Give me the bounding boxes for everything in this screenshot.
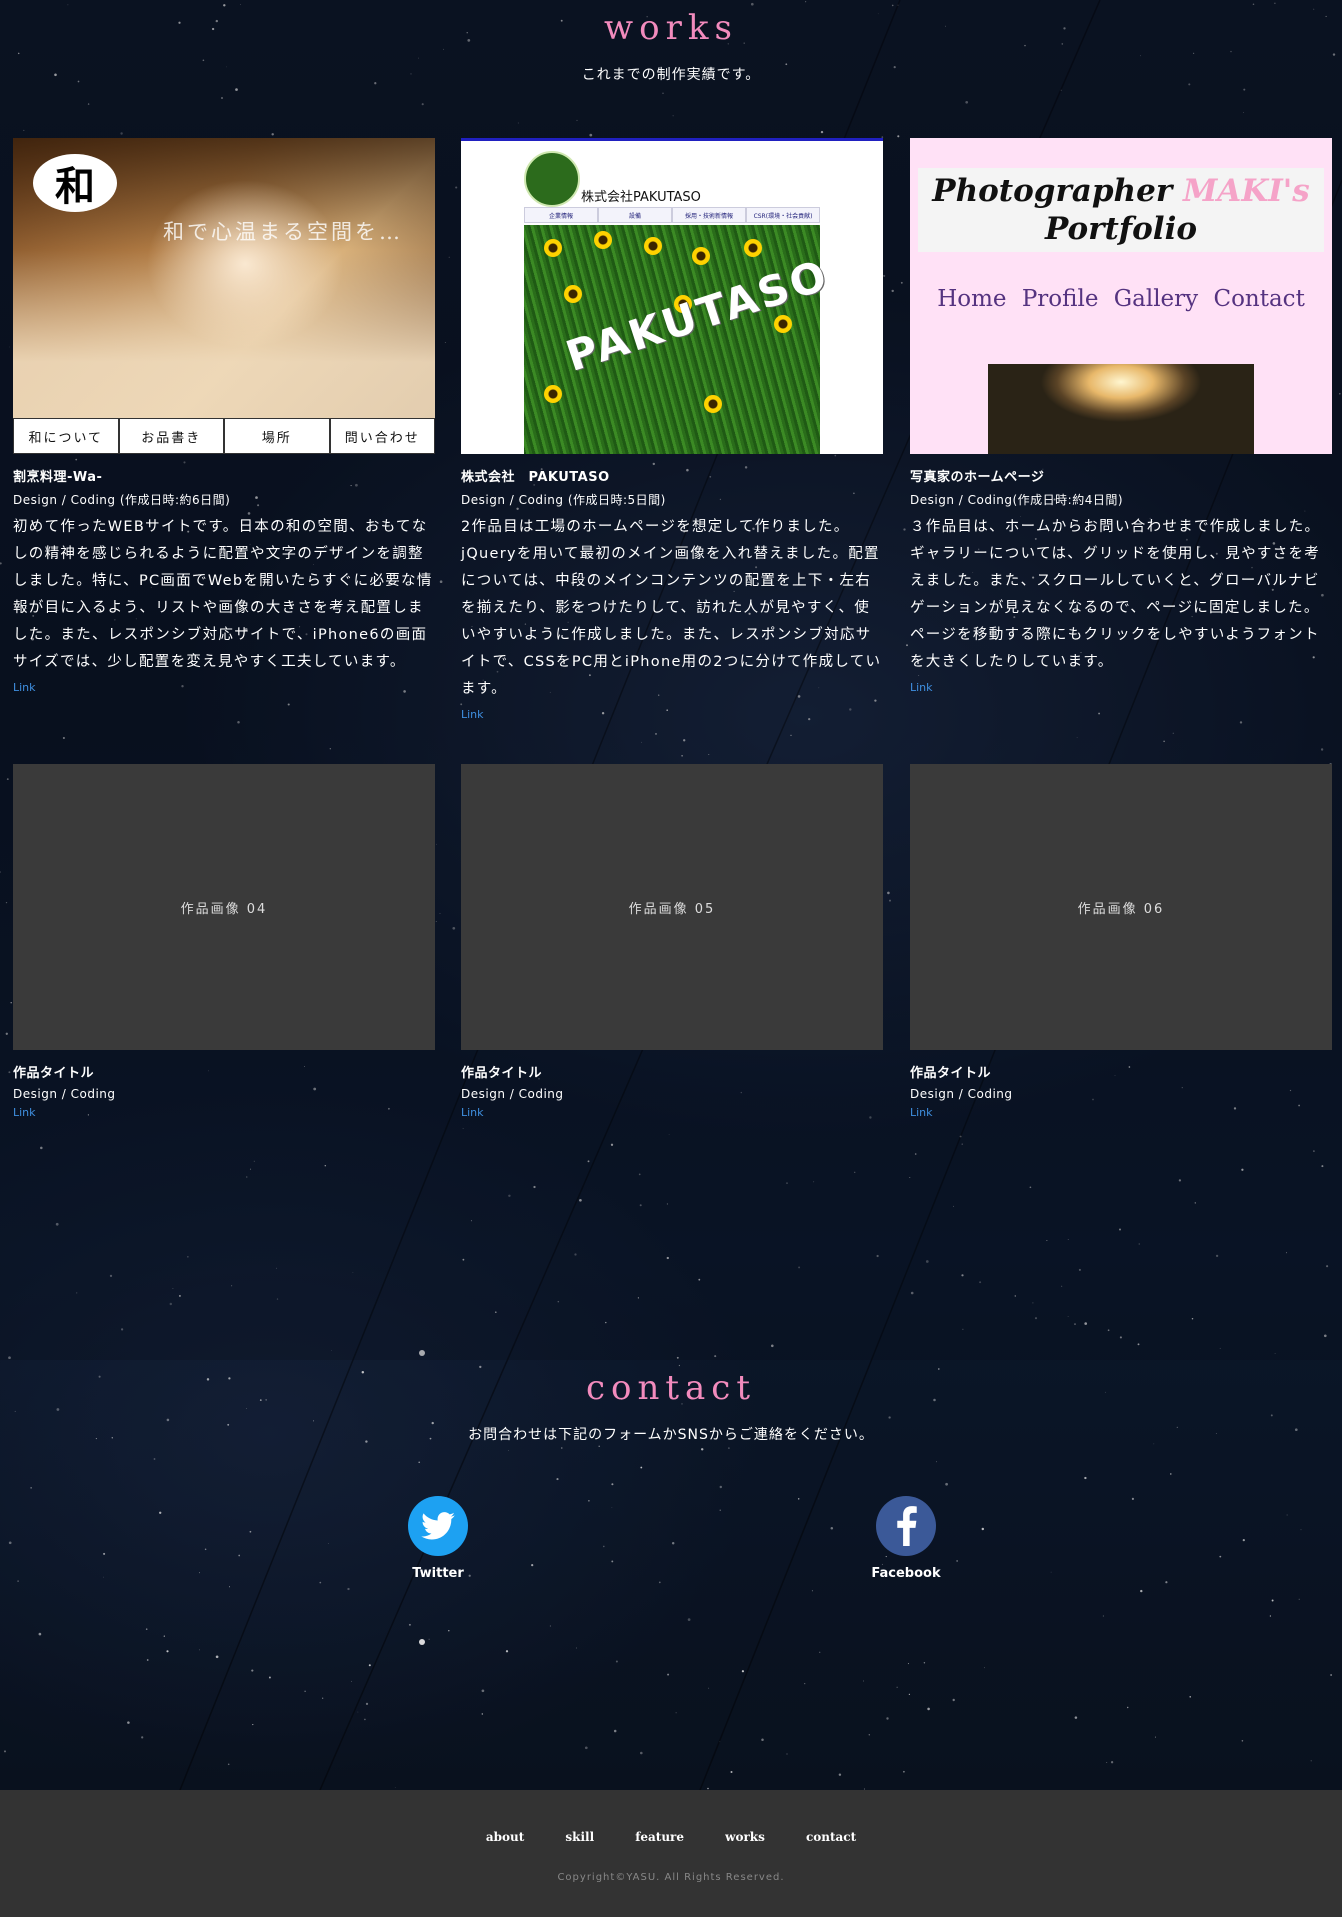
company-emblem-icon	[524, 151, 580, 207]
facebook-link[interactable]: Facebook	[846, 1496, 966, 1581]
sunrise-photo	[988, 364, 1254, 454]
twitter-icon[interactable]	[408, 1496, 468, 1556]
thumb-nav-item: 場所	[224, 418, 330, 454]
work-title: 作品タイトル	[461, 1066, 543, 1081]
flower-icon	[594, 231, 612, 249]
footer: about skill feature works contact Copyri…	[0, 1790, 1342, 1917]
work-title: 割烹料理-Wa-	[13, 470, 103, 485]
work-placeholder-image[interactable]: 作品画像 04	[13, 764, 435, 1050]
flower-icon	[644, 237, 662, 255]
work-description: ３作品目は、ホームからお問い合わせまで作成しました。ギャラリーについては、グリッ…	[910, 519, 1321, 670]
thumb-heading-accent: MAKI's	[1182, 173, 1310, 209]
work-placeholder-image[interactable]: 作品画像 06	[910, 764, 1332, 1050]
work-card: 株式会社PAKUTASO 企業情報 設備 採用・技術新情報 CSR(環境・社会貢…	[461, 138, 883, 722]
thumb-nav-item: 問い合わせ	[329, 418, 435, 454]
work-title: 作品タイトル	[910, 1066, 992, 1081]
work-thumbnail[interactable]: 和 和で心温まる空間を… 和について お品書き 場所 問い合わせ	[13, 138, 435, 454]
work-link[interactable]: Link	[910, 1106, 933, 1119]
thumb-nav-item: お品書き	[118, 418, 224, 454]
contact-subtitle: お問合わせは下記のフォームかSNSからご連絡をください。	[468, 1427, 874, 1443]
work-meta: Design / Coding (作成日時:5日間)	[461, 493, 666, 507]
flower-icon	[774, 315, 792, 333]
twitter-label: Twitter	[412, 1566, 464, 1581]
thumb-heading-line2: Portfolio	[1044, 211, 1198, 247]
works-title: works	[604, 8, 738, 48]
work-link[interactable]: Link	[13, 681, 36, 694]
thumb-menu: Home Profile Gallery Contact	[937, 286, 1305, 312]
work-meta: Design / Coding(作成日時:約4日間)	[910, 493, 1124, 507]
footer-nav-skill[interactable]: skill	[565, 1830, 594, 1844]
twitter-link[interactable]: Twitter	[378, 1496, 498, 1581]
work-link[interactable]: Link	[13, 1106, 36, 1119]
work-meta: Design / Coding	[910, 1087, 1013, 1101]
footer-nav-about[interactable]: about	[486, 1830, 524, 1844]
flower-icon	[704, 395, 722, 413]
work-link[interactable]: Link	[461, 708, 484, 721]
catch-copy: 和で心温まる空間を…	[163, 220, 403, 244]
thumb-tabs: 企業情報 設備 採用・技術新情報 CSR(環境・社会貢献)	[524, 207, 820, 223]
work-placeholder-image[interactable]: 作品画像 05	[461, 764, 883, 1050]
footer-nav: about skill feature works contact	[0, 1826, 1342, 1845]
thumb-company-name: 株式会社PAKUTASO	[581, 190, 701, 205]
thumb-tab: 採用・技術新情報	[672, 207, 746, 223]
work-meta: Design / Coding (作成日時:約6日間)	[13, 493, 231, 507]
work-card: 作品画像 04 作品タイトル Design / Coding Link	[13, 764, 435, 1120]
work-thumbnail[interactable]: Photographer MAKI's Portfolio Home Profi…	[910, 138, 1332, 454]
works-subtitle: これまでの制作実績です。	[581, 67, 761, 83]
work-meta: Design / Coding	[461, 1087, 564, 1101]
contact-title: contact	[585, 1368, 757, 1408]
work-title: 株式会社 PAKUTASO	[461, 470, 610, 485]
flower-icon	[544, 385, 562, 403]
work-thumbnail[interactable]: 株式会社PAKUTASO 企業情報 設備 採用・技術新情報 CSR(環境・社会貢…	[461, 138, 883, 454]
facebook-label: Facebook	[871, 1566, 941, 1581]
thumb-nav: 和について お品書き 場所 問い合わせ	[13, 418, 435, 454]
thumb-nav-item: 和について	[13, 418, 119, 454]
footer-nav-contact[interactable]: contact	[806, 1830, 856, 1844]
footer-nav-works[interactable]: works	[725, 1830, 765, 1844]
work-meta: Design / Coding	[13, 1087, 116, 1101]
work-card: 作品画像 06 作品タイトル Design / Coding Link	[910, 764, 1332, 1120]
work-description: 初めて作ったWEBサイトです。日本の和の空間、おもてなしの精神を感じられるように…	[13, 519, 433, 670]
thumb-tab: 企業情報	[524, 207, 598, 223]
work-card: 和 和で心温まる空間を… 和について お品書き 場所 問い合わせ 割烹料理-Wa…	[13, 138, 435, 695]
thumb-tab: 設備	[598, 207, 672, 223]
thumb-tab: CSR(環境・社会貢献)	[746, 207, 820, 223]
flower-icon	[744, 239, 762, 257]
flower-icon	[544, 239, 562, 257]
work-title: 作品タイトル	[13, 1066, 95, 1081]
flower-icon	[692, 247, 710, 265]
wa-logo: 和	[33, 154, 117, 212]
work-card: Photographer MAKI's Portfolio Home Profi…	[910, 138, 1332, 695]
flower-icon	[564, 285, 582, 303]
facebook-icon[interactable]	[876, 1496, 936, 1556]
work-link[interactable]: Link	[910, 681, 933, 694]
thumb-heading-line1: Photographer	[932, 173, 1183, 209]
work-title: 写真家のホームページ	[910, 470, 1045, 485]
work-description: 2作品目は工場のホームページを想定して作りました。jQueryを用いて最初のメイ…	[461, 519, 882, 697]
work-link[interactable]: Link	[461, 1106, 484, 1119]
thumb-heading: Photographer MAKI's Portfolio	[918, 168, 1324, 252]
copyright: Copyright©YASU. All Rights Reserved.	[557, 1872, 785, 1883]
footer-nav-feature[interactable]: feature	[635, 1830, 684, 1844]
work-card: 作品画像 05 作品タイトル Design / Coding Link	[461, 764, 883, 1120]
